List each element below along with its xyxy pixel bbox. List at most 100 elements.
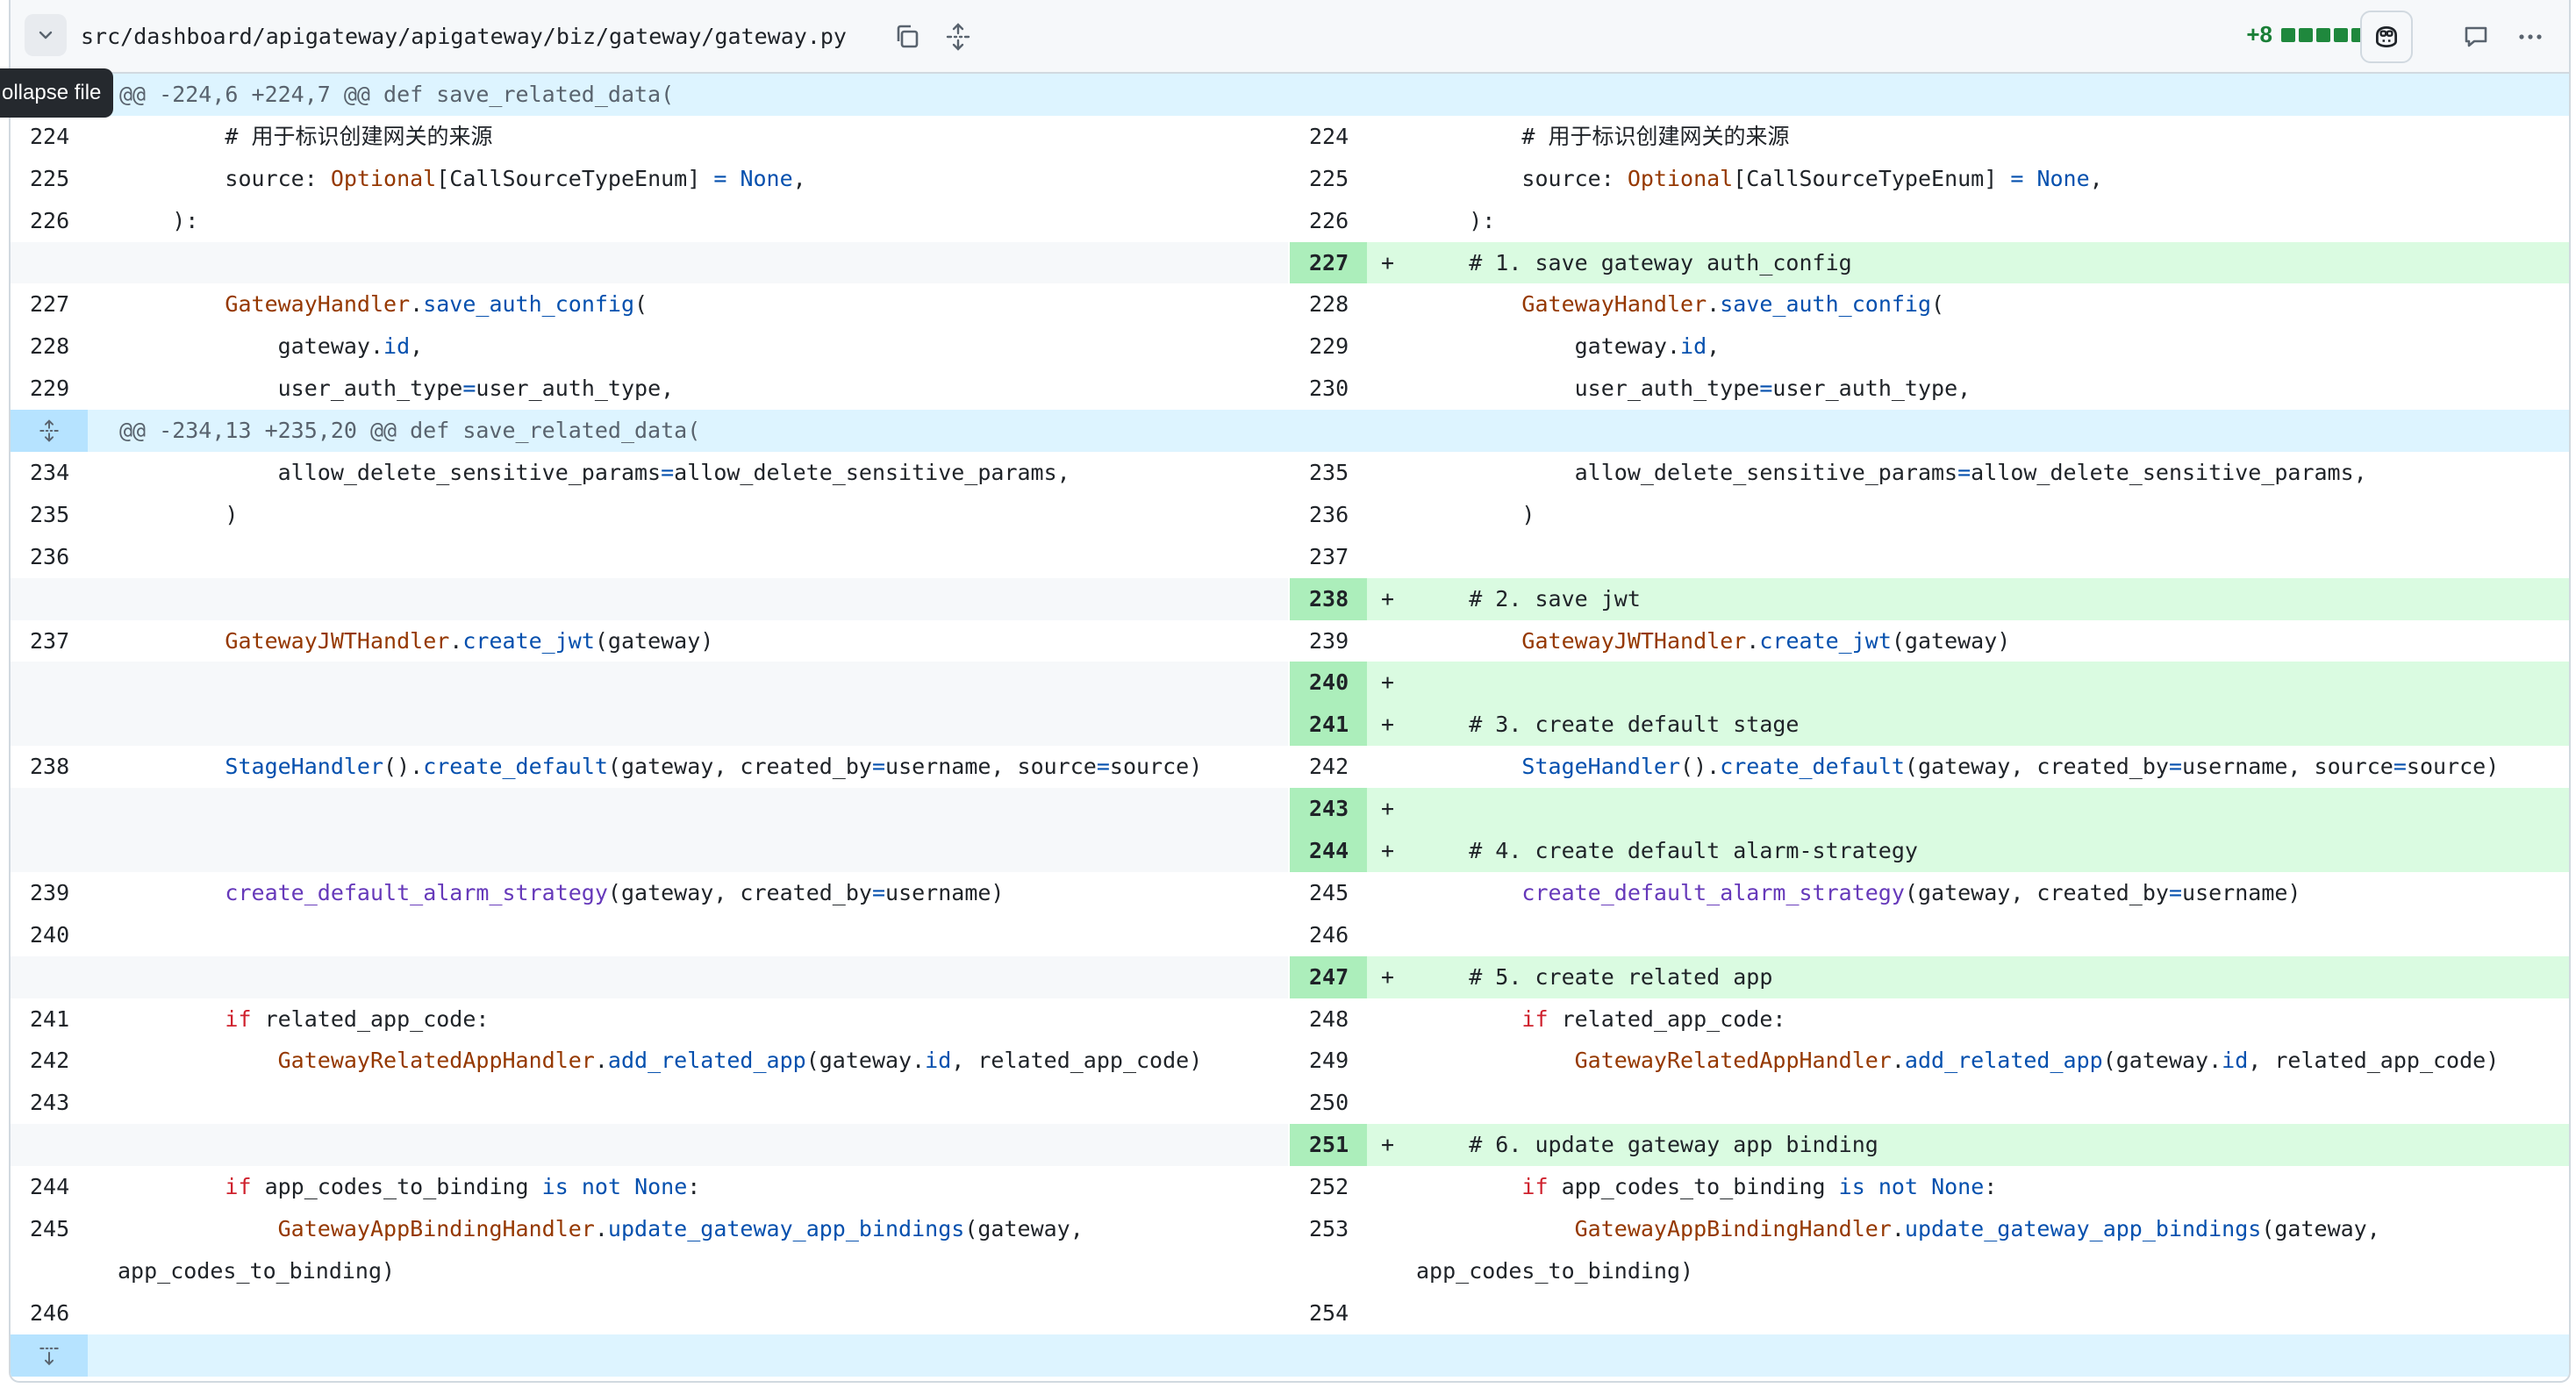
line-number-left [11, 1250, 88, 1292]
line-number-right[interactable]: 241 [1290, 704, 1367, 747]
hunk-header: @@ -234,13 +235,20 @@ def save_related_d… [11, 410, 2569, 453]
line-number-right[interactable]: 235 [1290, 452, 1367, 494]
code-right-added: + # 2. save jwt [1367, 577, 2569, 620]
line-number-right[interactable]: 224 [1290, 116, 1367, 158]
line-number-left[interactable]: 245 [11, 1208, 88, 1250]
diff-row: 227 GatewayHandler.save_auth_config( 228… [11, 283, 2569, 326]
line-number-left-empty [11, 577, 88, 620]
line-number-right[interactable]: 239 [1290, 620, 1367, 662]
line-number-right[interactable]: 238 [1290, 577, 1367, 620]
code-right-added: + [1367, 788, 2569, 831]
line-number-right[interactable]: 225 [1290, 158, 1367, 200]
code-right: StageHandler().create_default(gateway, c… [1521, 754, 2500, 780]
line-number-right[interactable]: 226 [1290, 200, 1367, 242]
unfold-icon [39, 419, 59, 442]
line-number-left[interactable]: 240 [11, 914, 88, 956]
code-right-added: + # 4. create default alarm-strategy [1367, 830, 2569, 872]
line-number-right[interactable]: 250 [1290, 1082, 1367, 1124]
line-number-left-empty [11, 662, 88, 705]
diff-row: 234 allow_delete_sensitive_params=allow_… [11, 452, 2569, 494]
file-path[interactable]: src/dashboard/apigateway/apigateway/biz/… [81, 19, 847, 54]
code-right: GatewayJWTHandler.create_jwt(gateway) [1521, 627, 2011, 654]
line-number-left[interactable]: 236 [11, 536, 88, 578]
code-left: allow_delete_sensitive_params=allow_dele… [119, 460, 1070, 486]
diff-row: 236 237 [11, 536, 2569, 578]
line-number-left[interactable]: 246 [11, 1292, 88, 1334]
code-right-added: + [1367, 662, 2569, 705]
code-right [1367, 536, 2569, 578]
line-number-right[interactable]: 240 [1290, 662, 1367, 705]
line-number-left[interactable]: 227 [11, 283, 88, 326]
line-number-left[interactable]: 234 [11, 452, 88, 494]
line-number-right[interactable]: 244 [1290, 830, 1367, 872]
line-number-right[interactable]: 242 [1290, 746, 1367, 788]
line-number-right[interactable]: 230 [1290, 368, 1367, 410]
code-left-empty [88, 577, 1288, 620]
line-number-left[interactable]: 235 [11, 494, 88, 536]
diff-row-added: 238 + # 2. save jwt [11, 577, 2569, 620]
code-left [88, 914, 1288, 956]
diff-row-added: 247 + # 5. create related app [11, 955, 2569, 998]
diff-row: 241 if related_app_code: 248 if related_… [11, 998, 2569, 1041]
diff-row: 239 create_default_alarm_strategy(gatewa… [11, 872, 2569, 914]
comment-button[interactable] [2457, 18, 2495, 56]
file-header: src/dashboard/apigateway/apigateway/biz/… [11, 0, 2569, 74]
code-left-empty [88, 788, 1288, 831]
copilot-button[interactable] [2360, 11, 2413, 63]
code-left: gateway.id, [119, 333, 424, 360]
code-left: create_default_alarm_strategy(gateway, c… [225, 879, 1005, 905]
line-number-right[interactable]: 251 [1290, 1124, 1367, 1167]
expand-all-button[interactable] [939, 18, 977, 56]
line-number-left[interactable]: 237 [11, 620, 88, 662]
code-left-empty [88, 662, 1288, 705]
line-number-right[interactable]: 228 [1290, 283, 1367, 326]
line-number-right[interactable]: 254 [1290, 1292, 1367, 1334]
line-number-right[interactable]: 252 [1290, 1166, 1367, 1208]
line-number-right[interactable]: 245 [1290, 872, 1367, 914]
diff-row: 242 GatewayRelatedAppHandler.add_related… [11, 1040, 2569, 1082]
line-number-right[interactable]: 246 [1290, 914, 1367, 956]
diff-row: 237 GatewayJWTHandler.create_jwt(gateway… [11, 620, 2569, 662]
hunk-text: @@ -234,13 +235,20 @@ def save_related_d… [119, 418, 701, 444]
line-number-left[interactable]: 225 [11, 158, 88, 200]
line-number-right[interactable]: 248 [1290, 998, 1367, 1041]
diff-row: 226 ): 226 ): [11, 200, 2569, 242]
diff-stat: +8 [2246, 21, 2365, 48]
line-number-right[interactable]: 243 [1290, 788, 1367, 831]
code-right-added: + # 3. create default stage [1367, 704, 2569, 747]
line-number-right[interactable]: 237 [1290, 536, 1367, 578]
line-number-left-empty [11, 1124, 88, 1167]
line-number-right[interactable]: 229 [1290, 326, 1367, 368]
copy-icon [897, 25, 919, 48]
collapse-file-button[interactable] [25, 14, 67, 56]
line-number-right[interactable]: 249 [1290, 1040, 1367, 1082]
line-number-left[interactable]: 229 [11, 368, 88, 410]
hunk-text: @@ -224,6 +224,7 @@ def save_related_dat… [119, 82, 675, 107]
line-number-left[interactable]: 243 [11, 1082, 88, 1124]
code-right: ) [1416, 501, 1535, 527]
copy-path-button[interactable] [888, 18, 927, 56]
line-number-left[interactable]: 226 [11, 200, 88, 242]
line-number-left[interactable]: 244 [11, 1166, 88, 1208]
more-options-button[interactable] [2511, 18, 2550, 56]
expand-down-button[interactable] [11, 1334, 88, 1377]
line-number-left[interactable]: 242 [11, 1040, 88, 1082]
line-number-left[interactable]: 228 [11, 326, 88, 368]
line-number-right[interactable]: 236 [1290, 494, 1367, 536]
line-number-left[interactable]: 224 [11, 116, 88, 158]
code-left: ): [119, 207, 199, 233]
code-left: if related_app_code: [225, 1005, 490, 1032]
line-number-left[interactable]: 238 [11, 746, 88, 788]
unfold-icon [946, 23, 970, 51]
line-number-right[interactable]: 227 [1290, 241, 1367, 284]
diff-row: 246 254 [11, 1292, 2569, 1334]
line-number-right[interactable]: 253 [1290, 1208, 1367, 1250]
diff-row-added: 241 + # 3. create default stage [11, 704, 2569, 747]
expand-hunk-button[interactable] [11, 410, 88, 453]
code-left [88, 536, 1288, 578]
line-number-left[interactable]: 241 [11, 998, 88, 1041]
code-left: ) [119, 501, 239, 527]
line-number-right[interactable]: 247 [1290, 955, 1367, 998]
line-number-left[interactable]: 239 [11, 872, 88, 914]
code-right [1367, 914, 2569, 956]
